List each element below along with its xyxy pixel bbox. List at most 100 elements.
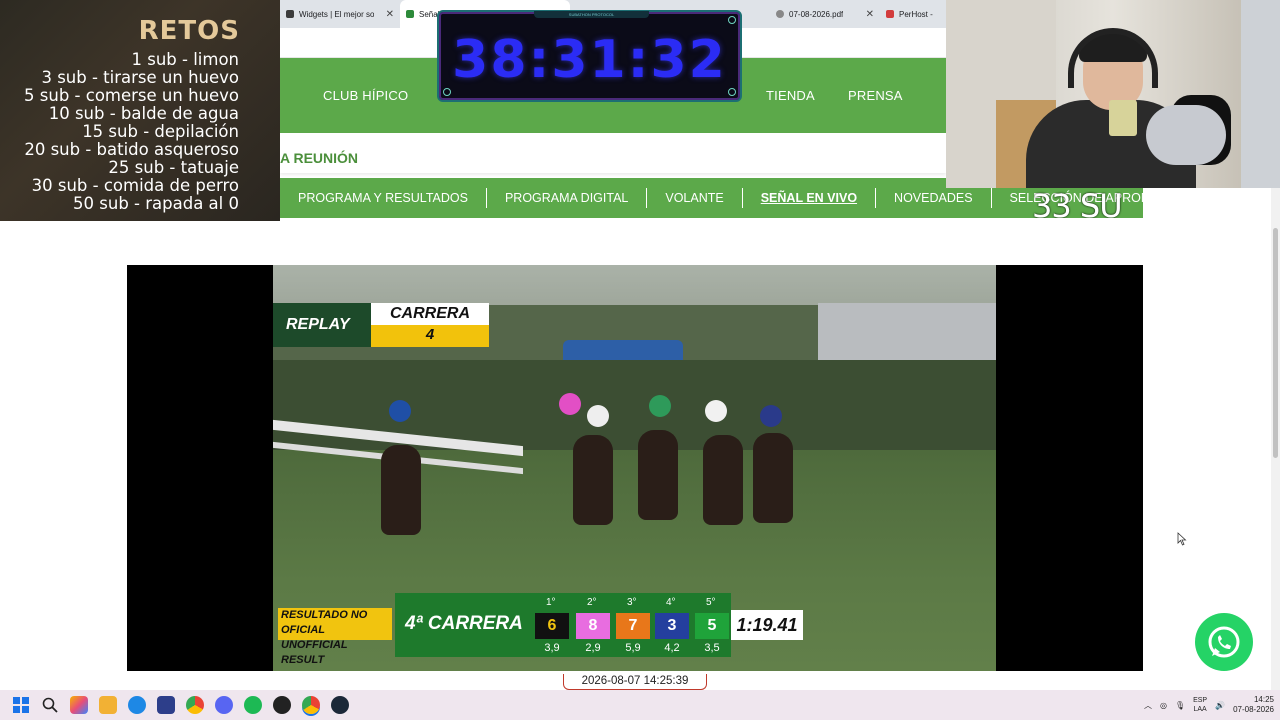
headset-icon <box>1068 28 1158 88</box>
tab-widgets[interactable]: Widgets | El mejor so ✕ <box>280 0 400 28</box>
microphone-icon[interactable]: 🎙 <box>1175 701 1185 710</box>
webcam-person-sleeve <box>1146 105 1226 165</box>
position-horse-number: 6 <box>535 613 569 639</box>
jockey <box>559 393 581 415</box>
windows-start-icon[interactable] <box>12 696 30 714</box>
position-odds: 3,5 <box>704 642 720 654</box>
horse <box>573 435 613 525</box>
chevron-up-icon[interactable]: ︿ <box>1144 700 1152 711</box>
discord-icon[interactable] <box>215 696 233 714</box>
position-label: 3° <box>627 597 637 608</box>
tab-pdf[interactable]: 07-08-2026.pdf ✕ <box>770 0 880 28</box>
subnav-novedades[interactable]: NOVEDADES <box>876 188 992 208</box>
webcam-door <box>1241 0 1280 188</box>
sub-counter-overlay: 33 SU <box>1032 188 1143 218</box>
replay-label: REPLAY <box>273 303 371 347</box>
chrome-icon[interactable] <box>186 696 204 714</box>
horse <box>753 433 793 523</box>
spotify-icon[interactable] <box>244 696 262 714</box>
tab-favicon-icon <box>406 10 414 18</box>
unofficial-result-label: RESULTADO NO OFICIAL UNOFFICIAL RESULT <box>278 608 392 666</box>
position-odds: 5,9 <box>625 642 641 654</box>
webcam-cup <box>1109 100 1137 136</box>
nav-club-hipico[interactable]: CLUB HÍPICO <box>323 88 408 103</box>
position-horse-number: 7 <box>616 613 650 639</box>
corner-ornament-icon <box>728 88 736 96</box>
timestamp-label: 2026-08-07 14:25:39 <box>563 674 707 690</box>
retos-title: RETOS <box>138 16 240 46</box>
race-video: REPLAY CARRERA 4 RESULTADO NO OFICIAL UN… <box>273 265 996 671</box>
tab-close-icon[interactable]: ✕ <box>380 9 394 20</box>
tab-perhost[interactable]: PerHost - <box>880 0 946 28</box>
subnav-senal-en-vivo[interactable]: SEÑAL EN VIVO <box>743 188 877 208</box>
horse <box>638 430 678 520</box>
system-clock[interactable]: 14:25 07-08-2026 <box>1233 695 1274 715</box>
steam-icon[interactable] <box>331 696 349 714</box>
replay-banner: REPLAY CARRERA 4 <box>273 303 489 347</box>
position-horse-number: 3 <box>655 613 689 639</box>
file-explorer-icon[interactable] <box>99 696 117 714</box>
position-odds: 4,2 <box>664 642 680 654</box>
whatsapp-button[interactable] <box>1195 613 1253 671</box>
sub-counter-text: 33 SU <box>1032 188 1123 218</box>
whatsapp-icon <box>1208 626 1240 658</box>
horse <box>381 445 421 535</box>
retos-overlay: RETOS 1 sub - limon 3 sub - tirarse un h… <box>0 0 280 221</box>
position-odds: 3,9 <box>544 642 560 654</box>
race-time: 1:19.41 <box>731 610 803 640</box>
jockey <box>389 400 411 422</box>
scrollbar-thumb[interactable] <box>1273 228 1278 458</box>
position-odds: 2,9 <box>585 642 601 654</box>
reto-item: 25 sub - tatuaje <box>108 158 239 177</box>
position-horse-number: 8 <box>576 613 610 639</box>
page-scrollbar[interactable] <box>1271 188 1280 690</box>
reto-item: 50 sub - rapada al 0 <box>73 194 239 213</box>
corner-ornament-icon <box>443 88 451 96</box>
language-indicator[interactable]: ESP LAA <box>1193 696 1207 714</box>
chrome-active-icon[interactable] <box>302 696 320 714</box>
subnav-programa-digital[interactable]: PROGRAMA DIGITAL <box>487 188 648 208</box>
position-horse-number: 5 <box>695 613 729 639</box>
reunion-title: A REUNIÓN <box>280 150 359 166</box>
globe-icon <box>776 10 784 18</box>
reto-item: 10 sub - balde de agua <box>48 104 239 123</box>
position-label: 5° <box>706 597 716 608</box>
copilot-icon[interactable] <box>70 696 88 714</box>
corner-ornament-icon <box>728 16 736 24</box>
tab-favicon-icon <box>286 10 294 18</box>
horse <box>703 435 743 525</box>
carrera-number: 4 <box>425 326 435 343</box>
edge-icon[interactable] <box>128 696 146 714</box>
reto-item: 1 sub - limon <box>131 50 239 69</box>
store-icon[interactable] <box>157 696 175 714</box>
jockey <box>705 400 727 422</box>
race-result-box: 4ª CARRERA 1° 6 3,9 2° 8 2,9 3° 7 5,9 4°… <box>395 593 731 657</box>
reto-item: 20 sub - batido asqueroso <box>24 140 239 159</box>
unofficial-line-en: UNOFFICIAL RESULT <box>281 639 348 666</box>
jockey <box>649 395 671 417</box>
subnav-programa-resultados[interactable]: PROGRAMA Y RESULTADOS <box>280 188 487 208</box>
race-name: 4ª CARRERA <box>405 613 523 634</box>
webcam-feed <box>946 0 1280 188</box>
reto-item: 5 sub - comerse un huevo <box>24 86 239 105</box>
tab-close-icon[interactable]: ✕ <box>860 9 874 20</box>
countdown-time: 38:31:32 <box>452 30 727 90</box>
nav-prensa[interactable]: PRENSA <box>848 88 903 103</box>
subnav-volante[interactable]: VOLANTE <box>647 188 743 208</box>
reunion-bar: A REUNIÓN <box>280 133 946 173</box>
volume-icon[interactable]: 🔊 <box>1215 701 1225 710</box>
position-label: 4° <box>666 597 676 608</box>
mouse-cursor-icon <box>1177 532 1187 546</box>
video-player[interactable]: REPLAY CARRERA 4 RESULTADO NO OFICIAL UN… <box>127 265 1143 671</box>
subathon-countdown: SUBATHON PROTOCOL 38:31:32 <box>437 10 742 102</box>
reto-item: 3 sub - tirarse un huevo <box>41 68 239 87</box>
reto-item: 30 sub - comida de perro <box>31 176 239 195</box>
network-icon[interactable]: ◎ <box>1160 701 1167 710</box>
taskbar: ︿ ◎ 🎙 ESP LAA 🔊 14:25 07-08-2026 <box>0 690 1280 720</box>
search-icon[interactable] <box>41 696 59 714</box>
unofficial-line-es: RESULTADO NO OFICIAL <box>281 609 368 636</box>
jockey <box>760 405 782 427</box>
obs-icon[interactable] <box>273 696 291 714</box>
nav-tienda[interactable]: TIENDA <box>766 88 815 103</box>
system-tray: ︿ ◎ 🎙 ESP LAA 🔊 14:25 07-08-2026 <box>1144 690 1274 720</box>
